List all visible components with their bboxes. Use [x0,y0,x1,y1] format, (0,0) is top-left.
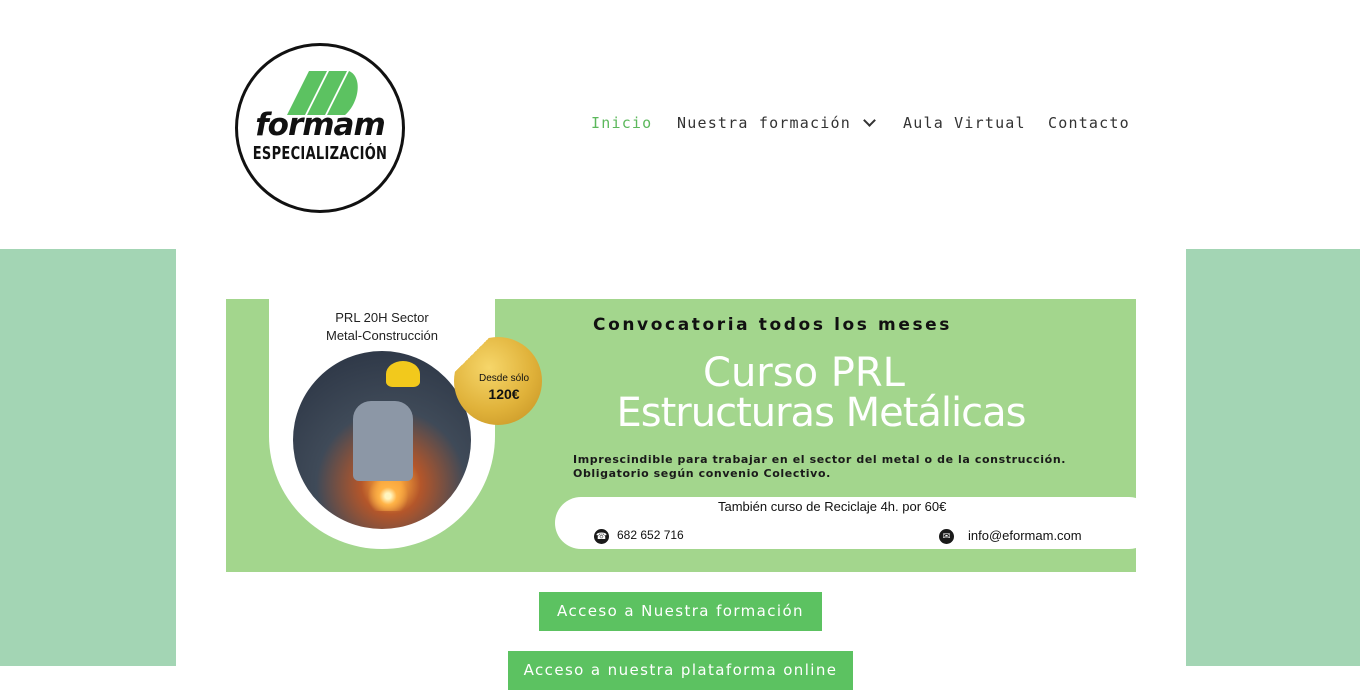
envelope-icon: ✉ [939,529,954,544]
site-header: formam ESPECIALIZACIÓN Inicio Nuestra fo… [0,0,1360,249]
worker-figure [353,401,413,481]
nav-item-contacto[interactable]: Contacto [1048,114,1130,132]
description-line-1: Imprescindible para trabajar en el secto… [573,453,1067,466]
course-banner[interactable]: PRL 20H Sector Metal-Construcción Desde … [226,299,1136,572]
banner-headline: Convocatoria todos los meses [593,315,953,335]
hard-hat [386,361,420,387]
main-nav: Inicio Nuestra formación Aula Virtual Co… [0,114,1360,134]
logo-subtitle: ESPECIALIZACIÓN [252,144,388,165]
main-content: PRL 20H Sector Metal-Construcción Desde … [176,249,1186,690]
price-label: Desde sólo [478,373,530,384]
online-platform-button[interactable]: Acceso a nuestra plataforma online [508,651,853,690]
welding-sparks [363,481,413,511]
phone-icon: ☎ [594,529,609,544]
email-address: info@eformam.com [968,528,1082,543]
description-line-2: Obligatorio según convenio Colectivo. [573,467,831,480]
nav-item-aula-virtual[interactable]: Aula Virtual [903,114,1026,132]
banner-title-line-2: Estructuras Metálicas [616,390,1026,436]
banner-description: Imprescindible para trabajar en el secto… [573,453,1066,481]
photo-title-line-1: PRL 20H Sector [335,310,429,325]
nav-item-inicio[interactable]: Inicio [591,114,652,132]
banner-title-line-1: Curso PRL [703,350,905,396]
nav-item-label: Nuestra formación [677,114,851,132]
worker-photo [293,351,471,529]
phone-number: 682 652 716 [617,528,684,542]
access-training-button[interactable]: Acceso a Nuestra formación [539,592,822,631]
price-value: 120€ [488,386,520,402]
chevron-down-icon [863,114,876,127]
sticker-peel [452,335,492,375]
recycling-offer: También curso de Reciclaje 4h. por 60€ [718,499,947,514]
nav-item-nuestra-formacion[interactable]: Nuestra formación [677,114,876,132]
